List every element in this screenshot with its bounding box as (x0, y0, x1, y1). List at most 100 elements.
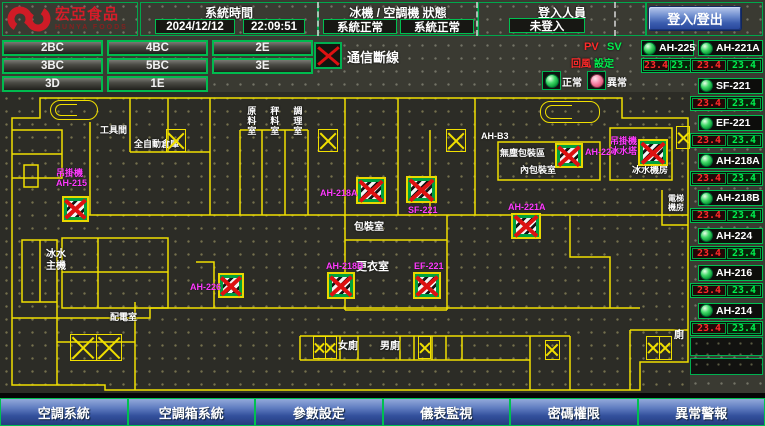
login-logout-button[interactable]: 登入/登出 (648, 6, 742, 31)
floor-button-5bc[interactable]: 5BC (107, 58, 208, 74)
unit-button-AH-224[interactable]: AH-224 (698, 228, 763, 244)
unit-sv-value: 23.4 (727, 98, 761, 109)
machine-status-panel: 冰機 / 空調機 狀態 系統正常 系統正常 (318, 2, 478, 36)
floor-button-3bc[interactable]: 3BC (2, 58, 103, 74)
ahu-marker[interactable] (638, 139, 668, 166)
unit-button-AH-218A[interactable]: AH-218A (698, 153, 763, 169)
unit-values: 23.423.4 (690, 133, 763, 148)
unit-pv-value: 23.4 (692, 173, 726, 184)
chiller-status-value: 系統正常 (323, 19, 397, 34)
unit-sv-value: 23.4 (727, 210, 761, 221)
room-label: 秤料室 (269, 106, 279, 136)
ahu-marker[interactable] (218, 273, 244, 298)
sv-label: SV (607, 41, 622, 53)
unit-pv-value: 23.4 (692, 285, 726, 296)
unit-name-label: AH-224 (716, 230, 752, 242)
unit-button-AH-225[interactable]: AH-225 (641, 40, 694, 56)
unit-name-label: AH-221A (716, 42, 760, 54)
header-divider (476, 2, 478, 36)
floor-button-1e[interactable]: 1E (107, 76, 208, 92)
status-lamp-icon (700, 267, 713, 280)
unit-empty-slot (690, 358, 763, 375)
room-label: 包裝室 (354, 222, 384, 234)
ahu-status-value: 系統正常 (400, 19, 474, 34)
header-divider (317, 2, 319, 36)
elevator-icon (545, 340, 560, 360)
unit-button-AH-218B[interactable]: AH-218B (698, 190, 763, 206)
floor-button-row-2: 3BC5BC3E (2, 58, 313, 74)
floor-button-3e[interactable]: 3E (212, 58, 313, 74)
elevator-icon (418, 336, 431, 359)
unit-button-AH-216[interactable]: AH-216 (698, 265, 763, 281)
elevator-cell (647, 337, 659, 359)
room-label: 冰水機房 (632, 165, 668, 175)
floor-button-2bc[interactable]: 2BC (2, 40, 103, 56)
pink-lamp-icon (590, 74, 604, 88)
unit-button-SF-221[interactable]: SF-221 (698, 78, 763, 94)
nav-alarm[interactable]: 異常警報 (638, 398, 765, 426)
unit-values: 23.4 23.4 (641, 58, 694, 73)
elevator-icon (318, 129, 338, 152)
normal-label: 正常 (562, 74, 582, 89)
unit-values: 23.423.4 (690, 96, 763, 111)
stairs-inner (55, 104, 77, 116)
room-label: 廁 (674, 330, 684, 342)
unit-button-EF-221[interactable]: EF-221 (698, 115, 763, 131)
room-label: 原料室 (246, 106, 256, 136)
floor-button-2e[interactable]: 2E (212, 40, 313, 56)
ahu-marker[interactable] (406, 176, 437, 203)
unit-column: AH-221A23.423.4SF-22123.423.4EF-22123.42… (690, 40, 763, 385)
ahu-marker-label: SF-221 (408, 205, 438, 215)
ahu-marker-label: 吊掛機 冰水塔 (610, 136, 637, 157)
room-label: AH-B3 (481, 131, 509, 141)
elevator-cell (659, 337, 672, 359)
pv-label: PV (584, 41, 599, 53)
status-lamp-icon (700, 117, 713, 130)
floor-button-4bc[interactable]: 4BC (107, 40, 208, 56)
comm-loss-icon (314, 42, 342, 69)
room-label: 無塵包裝區 (500, 148, 545, 158)
elevator-icon (676, 126, 690, 149)
status-lamp-icon (643, 42, 656, 55)
comm-loss-label: 通信斷線 (347, 47, 399, 66)
ahu-marker-label: EF-221 (414, 261, 444, 271)
elevator-icon (70, 334, 122, 361)
floor-button-3d[interactable]: 3D (2, 76, 103, 92)
unit-name-label: AH-214 (716, 305, 752, 317)
status-lamp-icon (700, 192, 713, 205)
unit-values: 23.423.4 (690, 321, 763, 336)
elevator-cell (419, 337, 430, 358)
unit-button-AH-221A[interactable]: AH-221A (698, 40, 763, 56)
system-date-value: 2024/12/12 (155, 19, 235, 34)
nav-meter-monitor[interactable]: 儀表監視 (383, 398, 511, 426)
stairs-icon (50, 100, 98, 120)
unit-sv-value: 23.4 (727, 285, 761, 296)
ahu-marker-label: AH-218A (320, 188, 358, 198)
nav-ac-system[interactable]: 空調系統 (0, 398, 128, 426)
nav-ahu-box-system[interactable]: 空調箱系統 (128, 398, 256, 426)
room-label: 女廁 (338, 341, 358, 353)
elevator-cell (447, 130, 465, 151)
unit-values: 23.423.4 (690, 283, 763, 298)
logo: 宏亞食品 HUNYA FOODS (2, 2, 138, 36)
unit-sv-value: 23.4 (727, 135, 761, 146)
ahu-marker[interactable] (511, 213, 541, 239)
ahu-marker[interactable] (555, 143, 583, 168)
nav-password-auth[interactable]: 密碼權限 (510, 398, 638, 426)
ahu-marker[interactable] (413, 272, 441, 299)
room-label: 電梯 機房 (668, 194, 684, 212)
ahu-marker[interactable] (327, 272, 355, 299)
elevator-icon (446, 129, 466, 152)
ahu-marker-label: AH-218B (326, 261, 364, 271)
room-label: 調理室 (292, 106, 302, 136)
elevator-cell (319, 130, 337, 151)
unit-button-AH-214[interactable]: AH-214 (698, 303, 763, 319)
ahu-marker[interactable] (62, 196, 89, 222)
nav-param-setting[interactable]: 參數設定 (255, 398, 383, 426)
ahu-marker[interactable] (356, 177, 386, 204)
unit-sv-value: 23.4 (727, 173, 761, 184)
room-label: 工具間 (100, 125, 127, 135)
unit-sv-value: 23.4 (727, 323, 761, 334)
elevator-cell (325, 337, 337, 358)
stairs-inner (545, 105, 572, 119)
